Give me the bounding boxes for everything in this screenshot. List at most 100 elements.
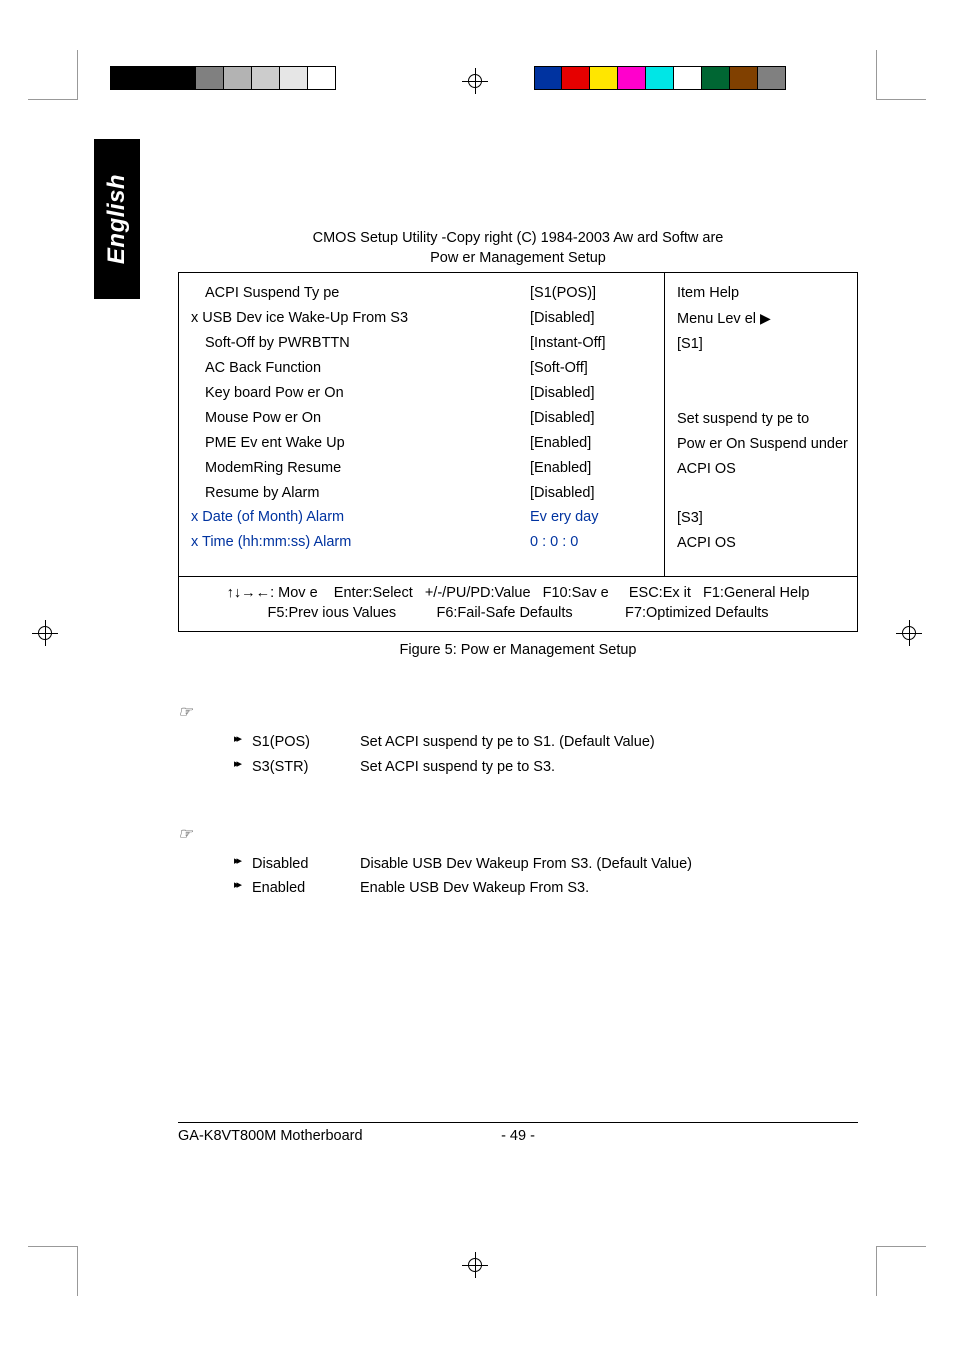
- bios-setting-row[interactable]: Resume by Alarm[Disabled]: [191, 481, 652, 506]
- colorbar-right: [534, 66, 786, 90]
- option-description: Set ACPI suspend ty pe to S1. (Default V…: [360, 730, 858, 755]
- crop-mark-bl: [28, 1246, 78, 1296]
- crop-mark-br: [876, 1246, 926, 1296]
- language-tab: English: [94, 139, 140, 299]
- double-arrow-icon: ▸▸: [234, 852, 252, 877]
- bios-setting-label: Key board Pow er On: [191, 381, 530, 406]
- option-item: ▸▸S1(POS)Set ACPI suspend ty pe to S1. (…: [234, 730, 858, 755]
- color-swatch: [590, 66, 618, 90]
- hand-pointer-icon: ☞: [178, 824, 192, 844]
- bios-setting-value: 0 : 0 : 0: [530, 530, 652, 555]
- option-item: ▸▸DisabledDisable USB Dev Wakeup From S3…: [234, 852, 858, 877]
- help-text-line: [S1]: [677, 332, 851, 357]
- double-arrow-icon: ▸▸: [234, 876, 252, 901]
- bios-setting-value: [Enabled]: [530, 456, 652, 481]
- hand-pointer-icon: ☞: [178, 702, 192, 722]
- bios-help-panel: Item Help Menu Lev el ▶ [S1] Set suspend…: [665, 273, 857, 576]
- registration-mark-bottom: [462, 1252, 488, 1278]
- option-key: Disabled: [252, 852, 360, 877]
- bios-setting-label: PME Ev ent Wake Up: [191, 431, 530, 456]
- bios-setting-row[interactable]: AC Back Function[Soft-Off]: [191, 356, 652, 381]
- help-text-line: Set suspend ty pe to: [677, 407, 851, 432]
- option-section-head: ☞: [178, 702, 858, 720]
- bios-setting-label: Resume by Alarm: [191, 481, 530, 506]
- double-arrow-icon: ▸▸: [234, 755, 252, 780]
- bios-setting-label: Mouse Pow er On: [191, 406, 530, 431]
- option-description: Disable USB Dev Wakeup From S3. (Default…: [360, 852, 858, 877]
- bios-settings-panel: ACPI Suspend Ty pe[S1(POS)]x USB Dev ice…: [179, 273, 665, 576]
- bios-setting-value: [Disabled]: [530, 481, 652, 506]
- color-swatch: [758, 66, 786, 90]
- registration-mark-left: [32, 620, 58, 646]
- help-text-line: [S3]: [677, 506, 851, 531]
- help-text-line: [677, 482, 851, 507]
- help-text-line: ACPI OS: [677, 531, 851, 556]
- bios-setting-row[interactable]: ModemRing Resume[Enabled]: [191, 456, 652, 481]
- option-description: Enable USB Dev Wakeup From S3.: [360, 876, 858, 901]
- option-section-head: ☞: [178, 824, 858, 842]
- bios-setting-value: [Disabled]: [530, 381, 652, 406]
- help-text-line: [677, 382, 851, 407]
- footer-left: GA-K8VT800M Motherboard: [178, 1128, 478, 1144]
- color-swatch: [674, 66, 702, 90]
- bios-subtitle: Pow er Management Setup: [178, 250, 858, 266]
- option-item: ▸▸S3(STR)Set ACPI suspend ty pe to S3.: [234, 755, 858, 780]
- color-swatch: [702, 66, 730, 90]
- color-swatch: [730, 66, 758, 90]
- bios-setting-row[interactable]: x USB Dev ice Wake-Up From S3[Disabled]: [191, 306, 652, 331]
- bios-setting-row[interactable]: Key board Pow er On[Disabled]: [191, 381, 652, 406]
- bios-setting-row[interactable]: x Time (hh:mm:ss) Alarm0 : 0 : 0: [191, 530, 652, 555]
- bios-setting-value: [Enabled]: [530, 431, 652, 456]
- registration-mark-top: [462, 68, 488, 94]
- help-title: Item Help: [677, 281, 851, 306]
- color-swatch: [280, 66, 308, 90]
- bios-setting-value: [Soft-Off]: [530, 356, 652, 381]
- bios-setting-value: [Instant-Off]: [530, 331, 652, 356]
- color-swatch: [252, 66, 280, 90]
- bios-setting-value: [Disabled]: [530, 306, 652, 331]
- bios-setting-row[interactable]: Soft-Off by PWRBTTN[Instant-Off]: [191, 331, 652, 356]
- bios-setting-row[interactable]: Mouse Pow er On[Disabled]: [191, 406, 652, 431]
- help-text-line: Pow er On Suspend under: [677, 432, 851, 457]
- option-list: ▸▸S1(POS)Set ACPI suspend ty pe to S1. (…: [234, 730, 858, 779]
- bios-setting-label: ModemRing Resume: [191, 456, 530, 481]
- help-menu-level: Menu Lev el ▶: [677, 306, 851, 332]
- option-description: Set ACPI suspend ty pe to S3.: [360, 755, 858, 780]
- bios-setting-value: [S1(POS)]: [530, 281, 652, 306]
- color-swatch: [224, 66, 252, 90]
- bios-setting-label: x USB Dev ice Wake-Up From S3: [191, 306, 530, 331]
- bios-nav-row2: F5:Prev ious Values F6:Fail-Safe Default…: [187, 605, 849, 621]
- footer-page-number: - 49 -: [478, 1128, 558, 1144]
- option-section: ☞ ▸▸S1(POS)Set ACPI suspend ty pe to S1. …: [178, 702, 858, 779]
- option-item: ▸▸EnabledEnable USB Dev Wakeup From S3.: [234, 876, 858, 901]
- color-swatch: [196, 66, 224, 90]
- bios-setting-row[interactable]: x Date (of Month) AlarmEv ery day: [191, 505, 652, 530]
- colorbar-left: [110, 66, 336, 90]
- bios-box: ACPI Suspend Ty pe[S1(POS)]x USB Dev ice…: [178, 272, 858, 632]
- registration-mark-right: [896, 620, 922, 646]
- bios-setting-label: AC Back Function: [191, 356, 530, 381]
- bios-setting-row[interactable]: PME Ev ent Wake Up[Enabled]: [191, 431, 652, 456]
- figure-caption: Figure 5: Pow er Management Setup: [178, 642, 858, 658]
- color-swatch: [138, 66, 196, 90]
- option-key: S3(STR): [252, 755, 360, 780]
- language-tab-label: English: [103, 174, 131, 264]
- option-section: ☞ ▸▸DisabledDisable USB Dev Wakeup From S…: [178, 824, 858, 901]
- bios-setting-value: Ev ery day: [530, 505, 652, 530]
- bios-title: CMOS Setup Utility -Copy right (C) 1984-…: [178, 230, 858, 246]
- color-swatch: [534, 66, 562, 90]
- crop-mark-tl: [28, 50, 78, 100]
- bios-setting-label: ACPI Suspend Ty pe: [191, 281, 530, 306]
- option-list: ▸▸DisabledDisable USB Dev Wakeup From S3…: [234, 852, 858, 901]
- help-text-line: [677, 357, 851, 382]
- bios-nav-footer: ↑↓→←: Mov e Enter:Select +/-/PU/PD:Value…: [179, 576, 857, 631]
- color-swatch: [110, 66, 138, 90]
- crop-mark-tr: [876, 50, 926, 100]
- option-key: S1(POS): [252, 730, 360, 755]
- option-key: Enabled: [252, 876, 360, 901]
- footer-rule: [178, 1122, 858, 1123]
- color-swatch: [618, 66, 646, 90]
- bios-setting-value: [Disabled]: [530, 406, 652, 431]
- bios-setting-row[interactable]: ACPI Suspend Ty pe[S1(POS)]: [191, 281, 652, 306]
- page-footer: GA-K8VT800M Motherboard - 49 -: [178, 1128, 858, 1144]
